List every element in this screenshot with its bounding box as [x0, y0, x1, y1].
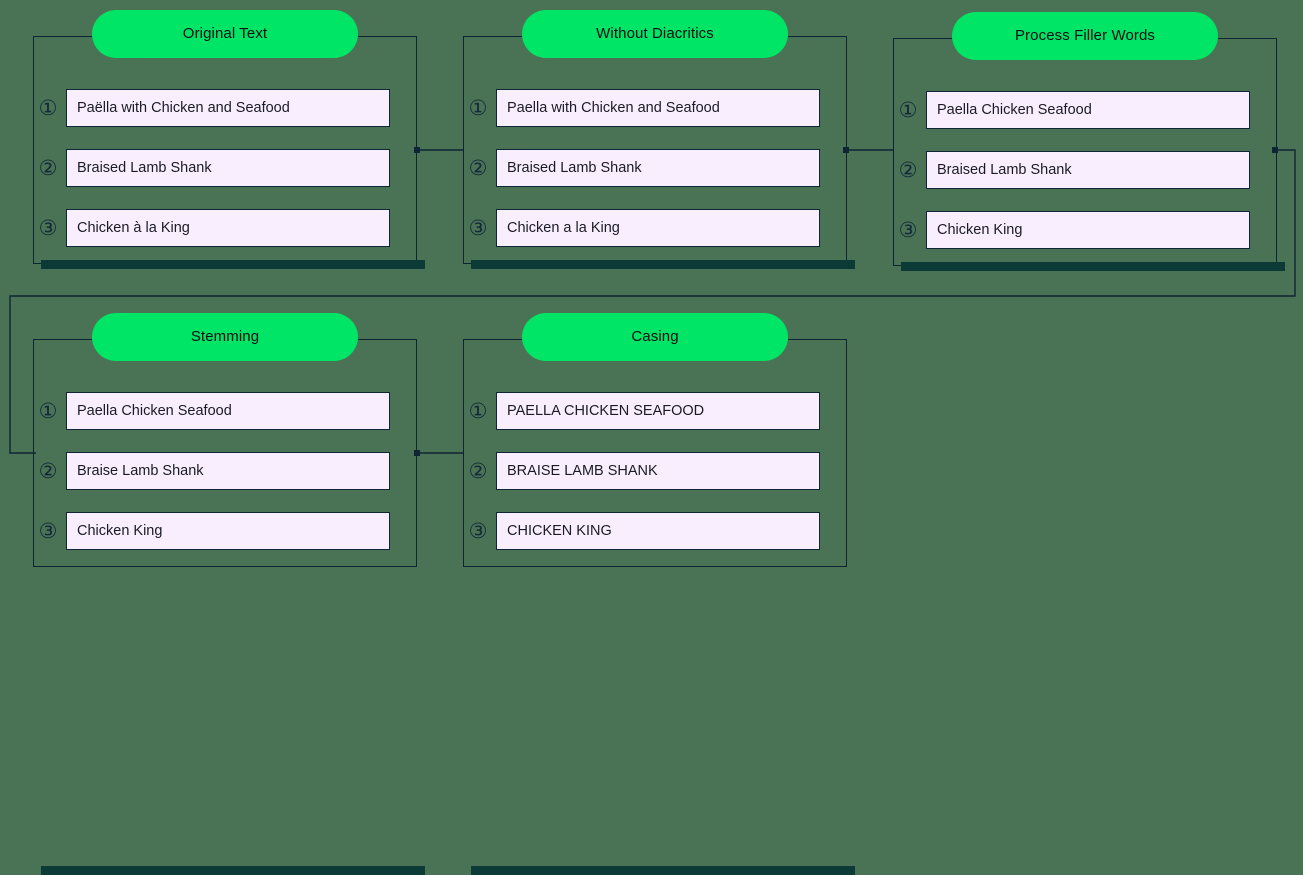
item-text: Paella Chicken Seafood: [926, 91, 1250, 129]
list-item[interactable]: ③ Chicken à la King: [37, 209, 390, 247]
list-item[interactable]: ③ Chicken King: [37, 512, 390, 550]
item-text: Paella with Chicken and Seafood: [496, 89, 820, 127]
list-item[interactable]: ② Braised Lamb Shank: [467, 149, 820, 187]
card-title-process-filler-words: Process Filler Words: [952, 12, 1218, 60]
item-number-badge-2: ②: [898, 158, 918, 182]
card-title-casing: Casing: [522, 313, 788, 361]
card-shadow-bar: [901, 262, 1285, 271]
item-number-badge-3: ③: [468, 216, 488, 240]
list-item[interactable]: ② Braise Lamb Shank: [37, 452, 390, 490]
item-text: Braised Lamb Shank: [926, 151, 1250, 189]
item-number-badge-3: ③: [38, 519, 58, 543]
list-item[interactable]: ① Paella Chicken Seafood: [897, 91, 1250, 129]
item-text: BRAISE LAMB SHANK: [496, 452, 820, 490]
card-title-original-text: Original Text: [92, 10, 358, 58]
item-number-badge-2: ②: [468, 459, 488, 483]
list-item[interactable]: ③ Chicken a la King: [467, 209, 820, 247]
card-title-stemming: Stemming: [92, 313, 358, 361]
item-number-badge-3: ③: [38, 216, 58, 240]
list-item[interactable]: ② Braised Lamb Shank: [897, 151, 1250, 189]
card-shadow-bar: [41, 866, 425, 875]
item-number-badge-1: ①: [38, 96, 58, 120]
card-title-without-diacritics: Without Diacritics: [522, 10, 788, 58]
item-number-badge-3: ③: [468, 519, 488, 543]
list-item[interactable]: ① Paella with Chicken and Seafood: [467, 89, 820, 127]
item-text: Chicken à la King: [66, 209, 390, 247]
diagram-canvas: Original Text ① Paëlla with Chicken and …: [0, 0, 1303, 875]
item-number-badge-2: ②: [38, 156, 58, 180]
item-text: Chicken King: [926, 211, 1250, 249]
item-number-badge-1: ①: [898, 98, 918, 122]
item-text: Paëlla with Chicken and Seafood: [66, 89, 390, 127]
list-item[interactable]: ③ CHICKEN KING: [467, 512, 820, 550]
item-number-badge-3: ③: [898, 218, 918, 242]
card-shadow-bar: [471, 260, 855, 269]
item-number-badge-1: ①: [468, 399, 488, 423]
item-text: PAELLA CHICKEN SEAFOOD: [496, 392, 820, 430]
item-text: Braised Lamb Shank: [496, 149, 820, 187]
list-item[interactable]: ② Braised Lamb Shank: [37, 149, 390, 187]
card-shadow-bar: [471, 866, 855, 875]
item-text: Chicken King: [66, 512, 390, 550]
card-shadow-bar: [41, 260, 425, 269]
item-number-badge-2: ②: [38, 459, 58, 483]
item-text: Paella Chicken Seafood: [66, 392, 390, 430]
item-text: Chicken a la King: [496, 209, 820, 247]
list-item[interactable]: ③ Chicken King: [897, 211, 1250, 249]
item-text: CHICKEN KING: [496, 512, 820, 550]
item-number-badge-1: ①: [38, 399, 58, 423]
list-item[interactable]: ① Paella Chicken Seafood: [37, 392, 390, 430]
item-number-badge-2: ②: [468, 156, 488, 180]
list-item[interactable]: ② BRAISE LAMB SHANK: [467, 452, 820, 490]
list-item[interactable]: ① Paëlla with Chicken and Seafood: [37, 89, 390, 127]
item-number-badge-1: ①: [468, 96, 488, 120]
item-text: Braised Lamb Shank: [66, 149, 390, 187]
item-text: Braise Lamb Shank: [66, 452, 390, 490]
list-item[interactable]: ① PAELLA CHICKEN SEAFOOD: [467, 392, 820, 430]
